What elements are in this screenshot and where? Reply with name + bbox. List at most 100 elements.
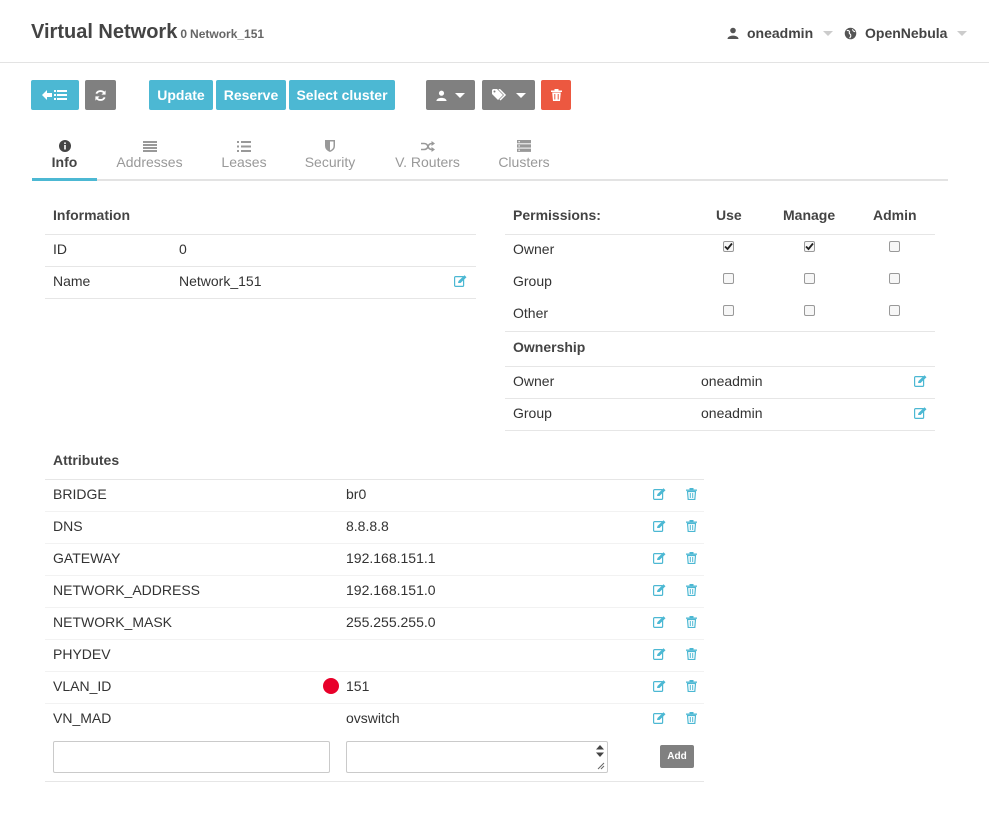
edit-name-icon[interactable] — [454, 275, 467, 287]
attribute-value: 151 — [346, 678, 370, 694]
resource-id: 0 — [180, 27, 188, 41]
attribute-value: 192.168.151.0 — [346, 582, 436, 598]
edit-attribute-icon[interactable] — [653, 488, 666, 500]
edit-attribute-icon[interactable] — [653, 648, 666, 660]
delete-button[interactable] — [541, 80, 571, 110]
add-attribute-button[interactable]: Add — [660, 745, 694, 768]
tab-bar: Info Addresses Leases Security V. Router… — [32, 128, 948, 181]
delete-attribute-icon[interactable] — [686, 520, 697, 532]
delete-attribute-icon[interactable] — [686, 552, 697, 564]
checkbox-owner-admin[interactable] — [889, 241, 900, 252]
new-attribute-key-input[interactable] — [53, 741, 330, 773]
attribute-key: GATEWAY — [53, 550, 121, 566]
attribute-key: VN_MAD — [53, 710, 112, 726]
info-row-name: Name Network_151 — [53, 265, 476, 297]
attribute-row: BRIDGE br0 — [53, 478, 653, 510]
tab-leases[interactable]: Leases — [215, 128, 273, 181]
tab-label: Addresses — [116, 154, 183, 170]
tags-icon — [491, 89, 506, 101]
chevron-down-icon — [957, 30, 968, 36]
change-owner-button[interactable] — [426, 80, 475, 110]
checkbox-other-use[interactable] — [723, 305, 734, 316]
ownership-title: Ownership — [513, 339, 586, 355]
tab-label: V. Routers — [395, 154, 460, 170]
trash-icon — [550, 89, 562, 101]
checkbox-group-use[interactable] — [723, 273, 734, 284]
spinner-arrows-icon[interactable] — [596, 745, 604, 757]
info-value: 0 — [179, 241, 187, 257]
edit-attribute-icon[interactable] — [653, 584, 666, 596]
user-menu[interactable]: oneadmin — [727, 25, 834, 41]
list-ul-icon — [237, 140, 251, 152]
info-label: Name — [53, 273, 91, 289]
user-icon — [436, 90, 447, 101]
attribute-value: 8.8.8.8 — [346, 518, 389, 534]
new-attribute-value-input[interactable] — [346, 741, 608, 773]
permission-label: Owner — [513, 241, 555, 257]
edit-attribute-icon[interactable] — [653, 680, 666, 692]
attribute-row: VLAN_ID 151 — [53, 670, 653, 702]
zone-name: OpenNebula — [865, 25, 948, 41]
attribute-row: NETWORK_MASK 255.255.255.0 — [53, 606, 653, 638]
toolbar: Update Reserve Select cluster — [31, 80, 591, 110]
checkbox-owner-manage[interactable] — [804, 241, 815, 252]
tab-info[interactable]: Info — [32, 128, 97, 181]
back-button[interactable] — [31, 80, 79, 110]
divider — [45, 298, 476, 299]
divider — [505, 331, 935, 332]
page-title: Virtual Network 0 Network_151 — [31, 21, 264, 44]
reserve-button[interactable]: Reserve — [216, 80, 286, 110]
vlan-marker — [323, 678, 339, 694]
zone-menu[interactable]: OpenNebula — [844, 25, 968, 41]
tab-addresses[interactable]: Addresses — [112, 128, 187, 181]
checkbox-group-manage[interactable] — [804, 273, 815, 284]
refresh-button[interactable] — [85, 80, 116, 110]
tab-clusters[interactable]: Clusters — [494, 128, 554, 181]
edit-owner-icon[interactable] — [914, 375, 927, 387]
checkbox-group-admin[interactable] — [889, 273, 900, 284]
server-icon — [517, 140, 531, 152]
permission-row-owner: Owner — [513, 233, 554, 265]
edit-attribute-icon[interactable] — [653, 520, 666, 532]
tab-security[interactable]: Security — [300, 128, 360, 181]
attribute-row: VN_MAD ovswitch — [53, 702, 653, 734]
tab-label: Security — [304, 154, 356, 170]
select-cluster-button[interactable]: Select cluster — [289, 80, 395, 110]
page-header: Virtual Network 0 Network_151 oneadmin Ope… — [0, 0, 989, 63]
labels-button[interactable] — [482, 80, 535, 110]
tab-label: Info — [51, 154, 78, 170]
edit-attribute-icon[interactable] — [653, 616, 666, 628]
chevron-down-icon — [823, 30, 834, 36]
delete-attribute-icon[interactable] — [686, 712, 697, 724]
globe-icon — [844, 27, 857, 39]
page-title-text: Virtual Network — [31, 21, 178, 43]
chevron-down-icon — [455, 92, 465, 98]
divider — [45, 781, 704, 782]
shield-icon — [325, 140, 335, 152]
edit-attribute-icon[interactable] — [653, 712, 666, 724]
delete-attribute-icon[interactable] — [686, 488, 697, 500]
attribute-row: PHYDEV — [53, 638, 653, 670]
checkbox-owner-use[interactable] — [723, 241, 734, 252]
info-value: Network_151 — [179, 273, 262, 289]
ownership-value: oneadmin — [701, 373, 763, 389]
attribute-row: DNS 8.8.8.8 — [53, 510, 653, 542]
update-button[interactable]: Update — [149, 80, 213, 110]
ownership-label: Group — [513, 405, 552, 421]
edit-attribute-icon[interactable] — [653, 552, 666, 564]
attribute-key: NETWORK_MASK — [53, 614, 173, 630]
tab-vrouters[interactable]: V. Routers — [390, 128, 465, 181]
edit-group-icon[interactable] — [914, 407, 927, 419]
resize-handle-icon — [597, 762, 605, 770]
delete-attribute-icon[interactable] — [686, 680, 697, 692]
chevron-down-icon — [515, 92, 526, 98]
user-name: oneadmin — [747, 25, 814, 41]
permission-row-other: Other — [513, 297, 548, 329]
refresh-icon — [95, 89, 106, 101]
delete-attribute-icon[interactable] — [686, 616, 697, 628]
delete-attribute-icon[interactable] — [686, 648, 697, 660]
checkbox-other-admin[interactable] — [889, 305, 900, 316]
checkbox-other-manage[interactable] — [804, 305, 815, 316]
delete-attribute-icon[interactable] — [686, 584, 697, 596]
permission-label: Other — [513, 305, 549, 321]
